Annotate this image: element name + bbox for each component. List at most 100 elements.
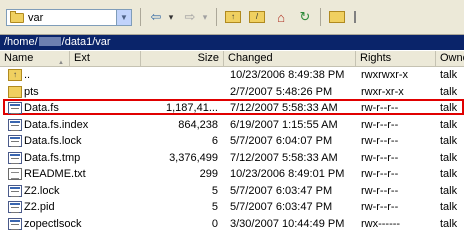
file-size: 299 [199,168,218,180]
column-changed[interactable]: Changed [224,51,356,66]
file-rights: rw-r--r-- [361,184,399,197]
file-row-pts[interactable]: pts 2/7/2007 5:48:26 PM rwxr-xr-x talk [0,84,464,101]
database-file-icon [8,184,22,197]
file-owner: talk [440,151,458,164]
file-changed: 3/30/2007 10:44:49 PM [230,217,345,230]
file-size: 0 [211,217,218,230]
redacted-username [38,37,61,46]
file-changed: 6/19/2007 1:15:55 AM [230,118,338,131]
toolbar: var ▼ ⇦ ▾ ⇨ ▾ ↑ / ⌂ ↻ [0,0,464,35]
file-row-z2-pid[interactable]: Z2.pid 5 5/7/2007 6:03:47 PM rw-r--r-- t… [0,199,464,216]
folder-up-icon: ↑ [8,69,22,81]
file-owner: talk [440,69,458,81]
file-name: Z2.lock [24,184,60,197]
file-manager-window: var ▼ ⇦ ▾ ⇨ ▾ ↑ / ⌂ ↻ /home/ /data1/var … [0,0,464,242]
column-changed-label: Changed [228,52,273,64]
file-row-data-fs-tmp[interactable]: Data.fs.tmp 3,376,499 7/12/2007 5:58:33 … [0,150,464,167]
column-size[interactable]: Size [140,51,224,66]
refresh-button[interactable]: ↻ [296,8,314,26]
folder-icon [8,85,22,98]
file-row-data-fs-index[interactable]: Data.fs.index 864,238 6/19/2007 1:15:55 … [0,117,464,134]
root-directory-button[interactable]: / [248,8,266,26]
file-name: README.txt [24,168,86,180]
toolbar-separator [216,8,217,26]
file-owner: talk [440,118,458,131]
back-button[interactable]: ⇦ [148,8,164,26]
back-arrow-icon: ⇦ [150,9,162,24]
file-size: 3,376,499 [169,151,218,164]
back-history-dropdown[interactable]: ▾ [166,8,176,26]
file-name: Data.fs.tmp [24,151,81,164]
chevron-down-icon: ▾ [202,11,208,22]
directory-dropdown[interactable]: var ▼ [6,9,132,26]
file-owner: talk [440,102,458,114]
file-size: 5 [211,201,218,213]
column-name-label: Name [4,52,34,64]
file-row-zopectlsock[interactable]: zopectlsock 0 3/30/2007 10:44:49 PM rwx-… [0,216,464,233]
column-rights-label: Rights [360,52,392,64]
column-rights[interactable]: Rights [356,51,436,66]
file-rights: rw-r--r-- [361,201,399,213]
file-size [154,84,218,100]
forward-history-dropdown[interactable]: ▾ [200,8,210,26]
column-ext-label: Ext [74,52,90,64]
file-name: zopectlsock [24,217,82,230]
file-name: .. [24,69,31,81]
parent-folder-icon: ↑ [225,11,241,23]
file-row-data-fs-lock[interactable]: Data.fs.lock 6 5/7/2007 6:04:07 PM rw-r-… [0,133,464,150]
file-changed: 5/7/2007 6:03:47 PM [230,184,333,197]
database-file-icon [8,151,22,164]
file-size: 6 [211,135,218,147]
toolbar-separator [140,8,141,26]
file-size: 5 [211,184,218,197]
tree-view-button[interactable] [352,8,370,26]
file-rights: rwxr-xr-x [361,85,404,98]
file-changed: 5/7/2007 6:03:47 PM [230,201,333,213]
folder-icon [10,10,24,23]
current-path-bar: /home/ /data1/var [0,35,464,50]
file-list: ↑ .. 10/23/2006 8:49:38 PM rwxrwxr-x tal… [0,67,464,232]
forward-button[interactable]: ⇨ [182,8,198,26]
file-rights: rwxrwxr-x [361,69,409,81]
file-rights: rw-r--r-- [361,102,399,114]
open-folder-icon [329,11,345,23]
file-size: 864,238 [178,118,218,131]
file-size [154,67,218,83]
file-row-parent[interactable]: ↑ .. 10/23/2006 8:49:38 PM rwxrwxr-x tal… [0,67,464,84]
file-rights: rw-r--r-- [361,168,399,180]
file-changed: 7/12/2007 5:58:33 AM [230,102,338,114]
file-changed: 10/23/2006 8:49:01 PM [230,168,345,180]
file-owner: talk [440,135,458,147]
file-owner: talk [440,85,458,98]
file-name: Z2.pid [24,201,55,213]
column-header: Name ▲ Ext Size Changed Rights Owne [0,51,464,67]
path-prefix: /home/ [4,36,38,48]
parent-directory-button[interactable]: ↑ [224,8,242,26]
tree-icon [354,11,368,23]
chevron-down-icon[interactable]: ▼ [116,10,131,25]
file-name: pts [24,85,39,98]
file-row-data-fs[interactable]: Data.fs 1,187,41... 7/12/2007 5:58:33 AM… [0,99,464,117]
file-owner: talk [440,184,458,197]
column-size-label: Size [197,52,219,64]
file-rights: rw-r--r-- [361,135,399,147]
column-owner[interactable]: Owne [436,51,464,66]
forward-arrow-icon: ⇨ [184,9,196,24]
file-changed: 2/7/2007 5:48:26 PM [230,85,333,98]
file-row-z2-lock[interactable]: Z2.lock 5 5/7/2007 6:03:47 PM rw-r--r-- … [0,183,464,200]
column-ext[interactable]: Ext [70,51,140,66]
chevron-down-icon: ▾ [168,11,174,22]
path-suffix: /data1/var [61,36,111,48]
file-changed: 7/12/2007 5:58:33 AM [230,151,338,164]
database-file-icon [8,118,22,131]
database-file-icon [8,135,22,147]
home-button[interactable]: ⌂ [272,8,290,26]
file-owner: talk [440,168,458,180]
file-rights: rw-r--r-- [361,118,399,131]
column-name[interactable]: Name ▲ [0,51,70,66]
open-directory-button[interactable] [328,8,346,26]
file-row-readme[interactable]: README.txt 299 10/23/2006 8:49:01 PM rw-… [0,166,464,183]
root-folder-icon: / [249,11,265,23]
text-file-icon [8,168,22,180]
file-name: Data.fs.index [24,118,89,131]
